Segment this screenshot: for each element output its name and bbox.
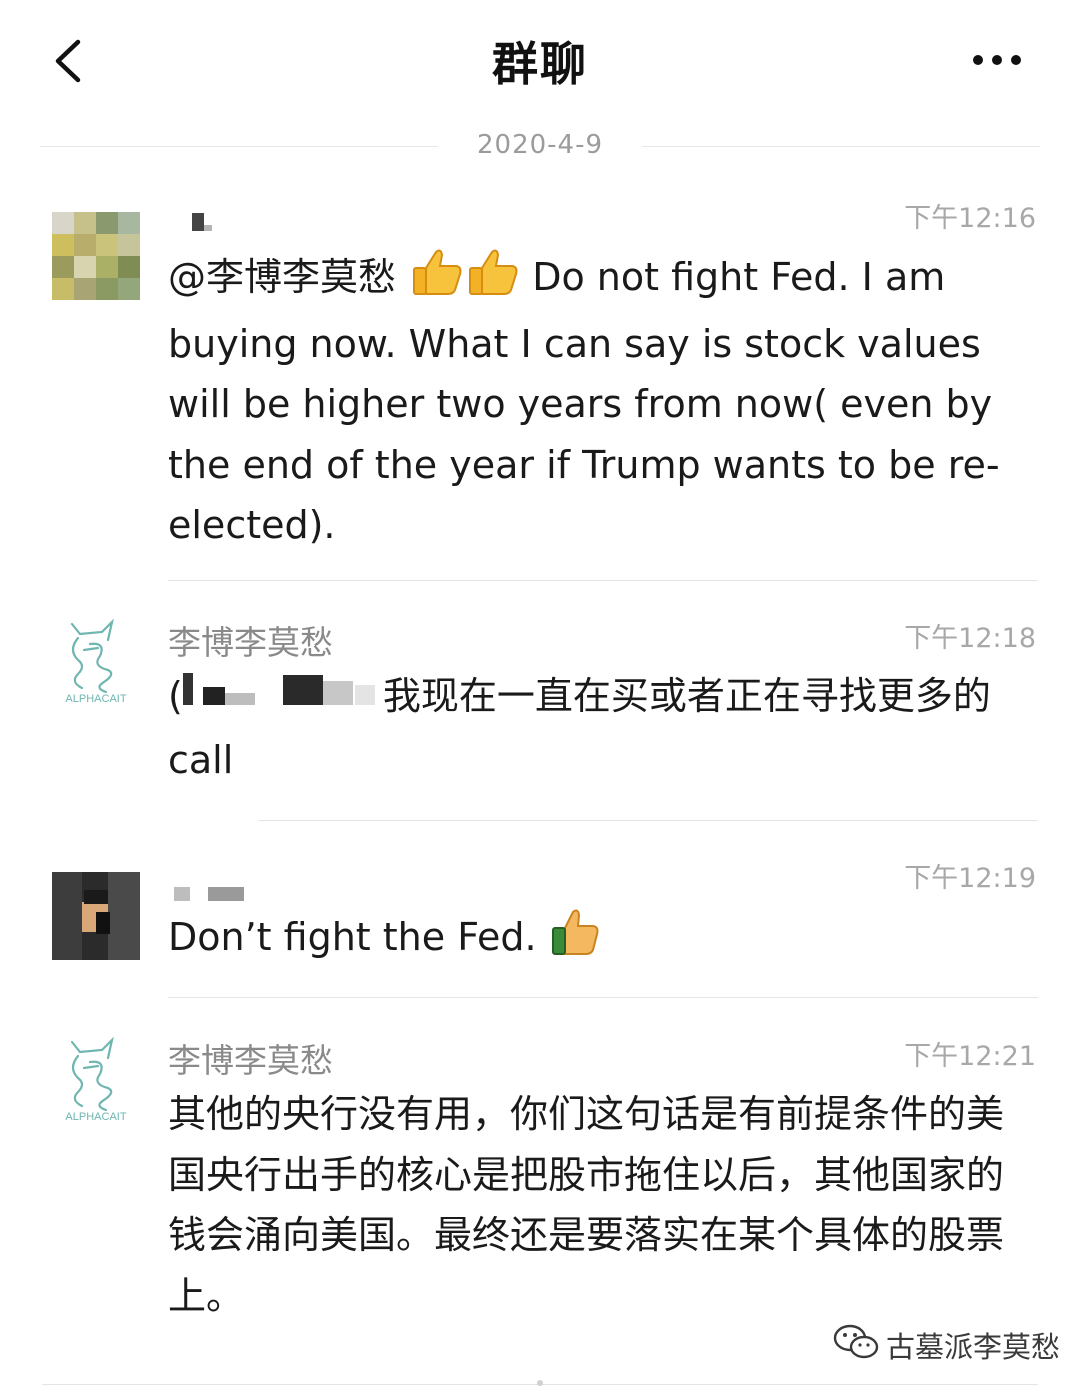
message-text: Don’t fight the Fed.	[168, 906, 1008, 974]
mention[interactable]: @李博李莫愁	[168, 255, 396, 299]
message-time: 下午12:19	[904, 863, 1036, 894]
nav-bar: 群聊	[0, 0, 1080, 120]
message-divider	[168, 997, 1038, 998]
message-text: @李博李莫愁 Do not fight Fed. I am buying now…	[168, 246, 1008, 556]
message-divider	[168, 580, 1038, 581]
message-time: 下午12:18	[904, 623, 1036, 654]
avatar[interactable]	[52, 212, 140, 300]
message-body: 其他的央行没有用，你们这句话是有前提条件的美国央行出手的核心是把股市拖住以后，其…	[168, 1092, 1005, 1318]
redacted-block	[182, 667, 383, 731]
wechat-logo-icon	[833, 1324, 879, 1359]
pixelated-avatar-image	[52, 212, 140, 300]
alphacait-logo-icon: ALPHACAIT	[65, 618, 127, 704]
page-indicator-dot	[537, 1380, 543, 1386]
wechat-watermark: 古墓派李莫愁	[832, 1320, 1062, 1364]
date-text: 2020-4-9	[476, 130, 603, 160]
svg-text:ALPHACAIT: ALPHACAIT	[65, 1111, 126, 1122]
page-title: 群聊	[492, 37, 588, 91]
sender-name: 李博李莫愁	[168, 1041, 333, 1080]
alphacait-logo-icon: ALPHACAIT	[65, 1036, 127, 1122]
avatar[interactable]: ALPHACAIT	[52, 616, 140, 704]
avatar[interactable]: ALPHACAIT	[52, 1034, 140, 1122]
message-divider	[258, 820, 1038, 821]
more-dots-icon	[973, 55, 1021, 65]
date-separator: 2020-4-9	[40, 128, 1040, 164]
photo-avatar-image	[52, 872, 140, 960]
message-time: 下午12:16	[904, 203, 1036, 234]
watermark-text: 古墓派李莫愁	[886, 1330, 1061, 1364]
date-line-right	[642, 146, 1040, 147]
thumbs-up-icon	[464, 246, 520, 314]
message-time: 下午12:21	[904, 1041, 1036, 1072]
thumbs-up-icon	[549, 906, 601, 974]
message-text: (我现在一直在买或者正在寻找更多的call	[168, 666, 1008, 791]
sender-name-redacted	[168, 204, 212, 243]
avatar[interactable]	[52, 872, 140, 960]
message-body: Don’t fight the Fed.	[168, 915, 537, 959]
message-prefix: (	[168, 674, 183, 718]
svg-text:ALPHACAIT: ALPHACAIT	[65, 693, 126, 704]
more-button[interactable]	[962, 38, 1032, 82]
redacted-block	[174, 887, 244, 901]
redacted-block	[192, 213, 212, 231]
thumbs-up-icon	[408, 246, 464, 314]
sender-name: 李博李莫愁	[168, 623, 333, 662]
message-text: 其他的央行没有用，你们这句话是有前提条件的美国央行出手的核心是把股市拖住以后，其…	[168, 1084, 1008, 1326]
